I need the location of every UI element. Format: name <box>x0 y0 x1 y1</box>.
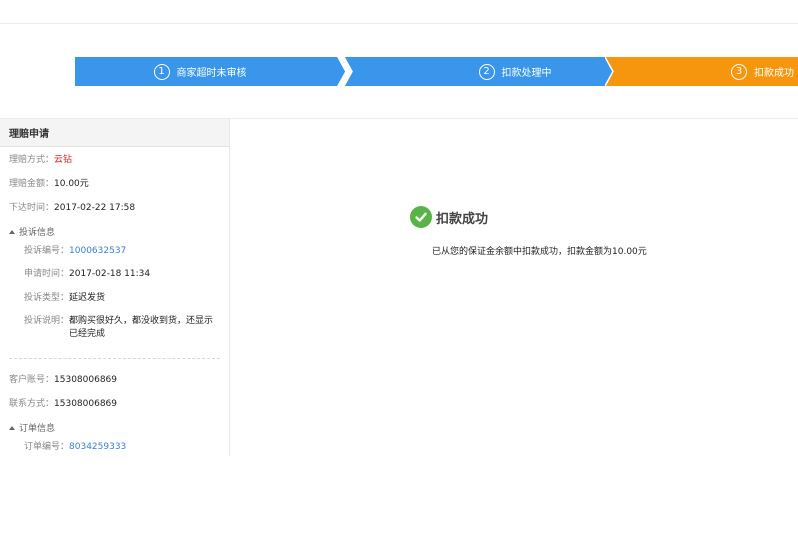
step-1-label: 商家超时未审核 <box>176 68 247 79</box>
complaint-no-link[interactable]: 1000632537 <box>69 246 126 256</box>
collapse-triangle-icon <box>9 425 15 430</box>
top-divider <box>0 23 798 24</box>
check-circle-icon <box>410 206 432 228</box>
claim-method-row: 理赔方式：云钻 <box>9 155 73 165</box>
panel-title: 理赔申请 <box>0 119 229 147</box>
collapse-triangle-icon <box>9 229 15 234</box>
claim-panel: 理赔申请 理赔方式：云钻 理赔金额：10.00元 下达时间：2017-02-22… <box>0 119 230 456</box>
order-no-link[interactable]: 8034259333 <box>69 442 126 452</box>
issue-time-row: 下达时间：2017-02-22 17:58 <box>9 203 136 213</box>
step-2: 2 扣款处理中 <box>345 57 613 86</box>
dashed-divider <box>9 358 220 359</box>
result-title: 扣款成功 <box>436 211 489 227</box>
complaint-type-row: 投诉类型：延迟发货 <box>24 293 106 303</box>
contact-row: 联系方式：15308006869 <box>9 399 118 409</box>
step-arrow-icon <box>605 57 621 86</box>
step-3: 3 扣款成功 <box>613 57 798 86</box>
complaint-no-row: 投诉编号：1000632537 <box>24 246 127 256</box>
order-no-row: 订单编号：8034259333 <box>24 442 127 452</box>
step-1-number: 1 <box>153 63 170 80</box>
result-header: 扣款成功 <box>410 206 488 228</box>
complaint-info-toggle[interactable]: 投诉信息 <box>9 225 55 238</box>
step-2-number: 2 <box>478 63 495 80</box>
step-3-number: 3 <box>731 63 747 80</box>
step-2-label: 扣款处理中 <box>501 68 552 79</box>
progress-steps: 1 商家超时未审核 2 扣款处理中 3 扣款成功 <box>75 57 798 86</box>
claim-method-value: 云钻 <box>54 155 73 165</box>
step-3-label: 扣款成功 <box>754 68 794 79</box>
step-1: 1 商家超时未审核 <box>75 57 345 86</box>
order-info-toggle[interactable]: 订单信息 <box>9 421 55 434</box>
result-description: 已从您的保证金余额中扣款成功，扣款金额为10.00元 <box>432 247 647 257</box>
step-arrow-icon <box>337 57 353 86</box>
claim-amount-row: 理赔金额：10.00元 <box>9 179 89 189</box>
account-row: 客户账号：15308006869 <box>9 375 118 385</box>
complaint-desc-row: 投诉说明： 都购买很好久，都没收到货，还显示已经完成 <box>24 316 214 339</box>
apply-time-row: 申请时间：2017-02-18 11:34 <box>24 269 151 279</box>
